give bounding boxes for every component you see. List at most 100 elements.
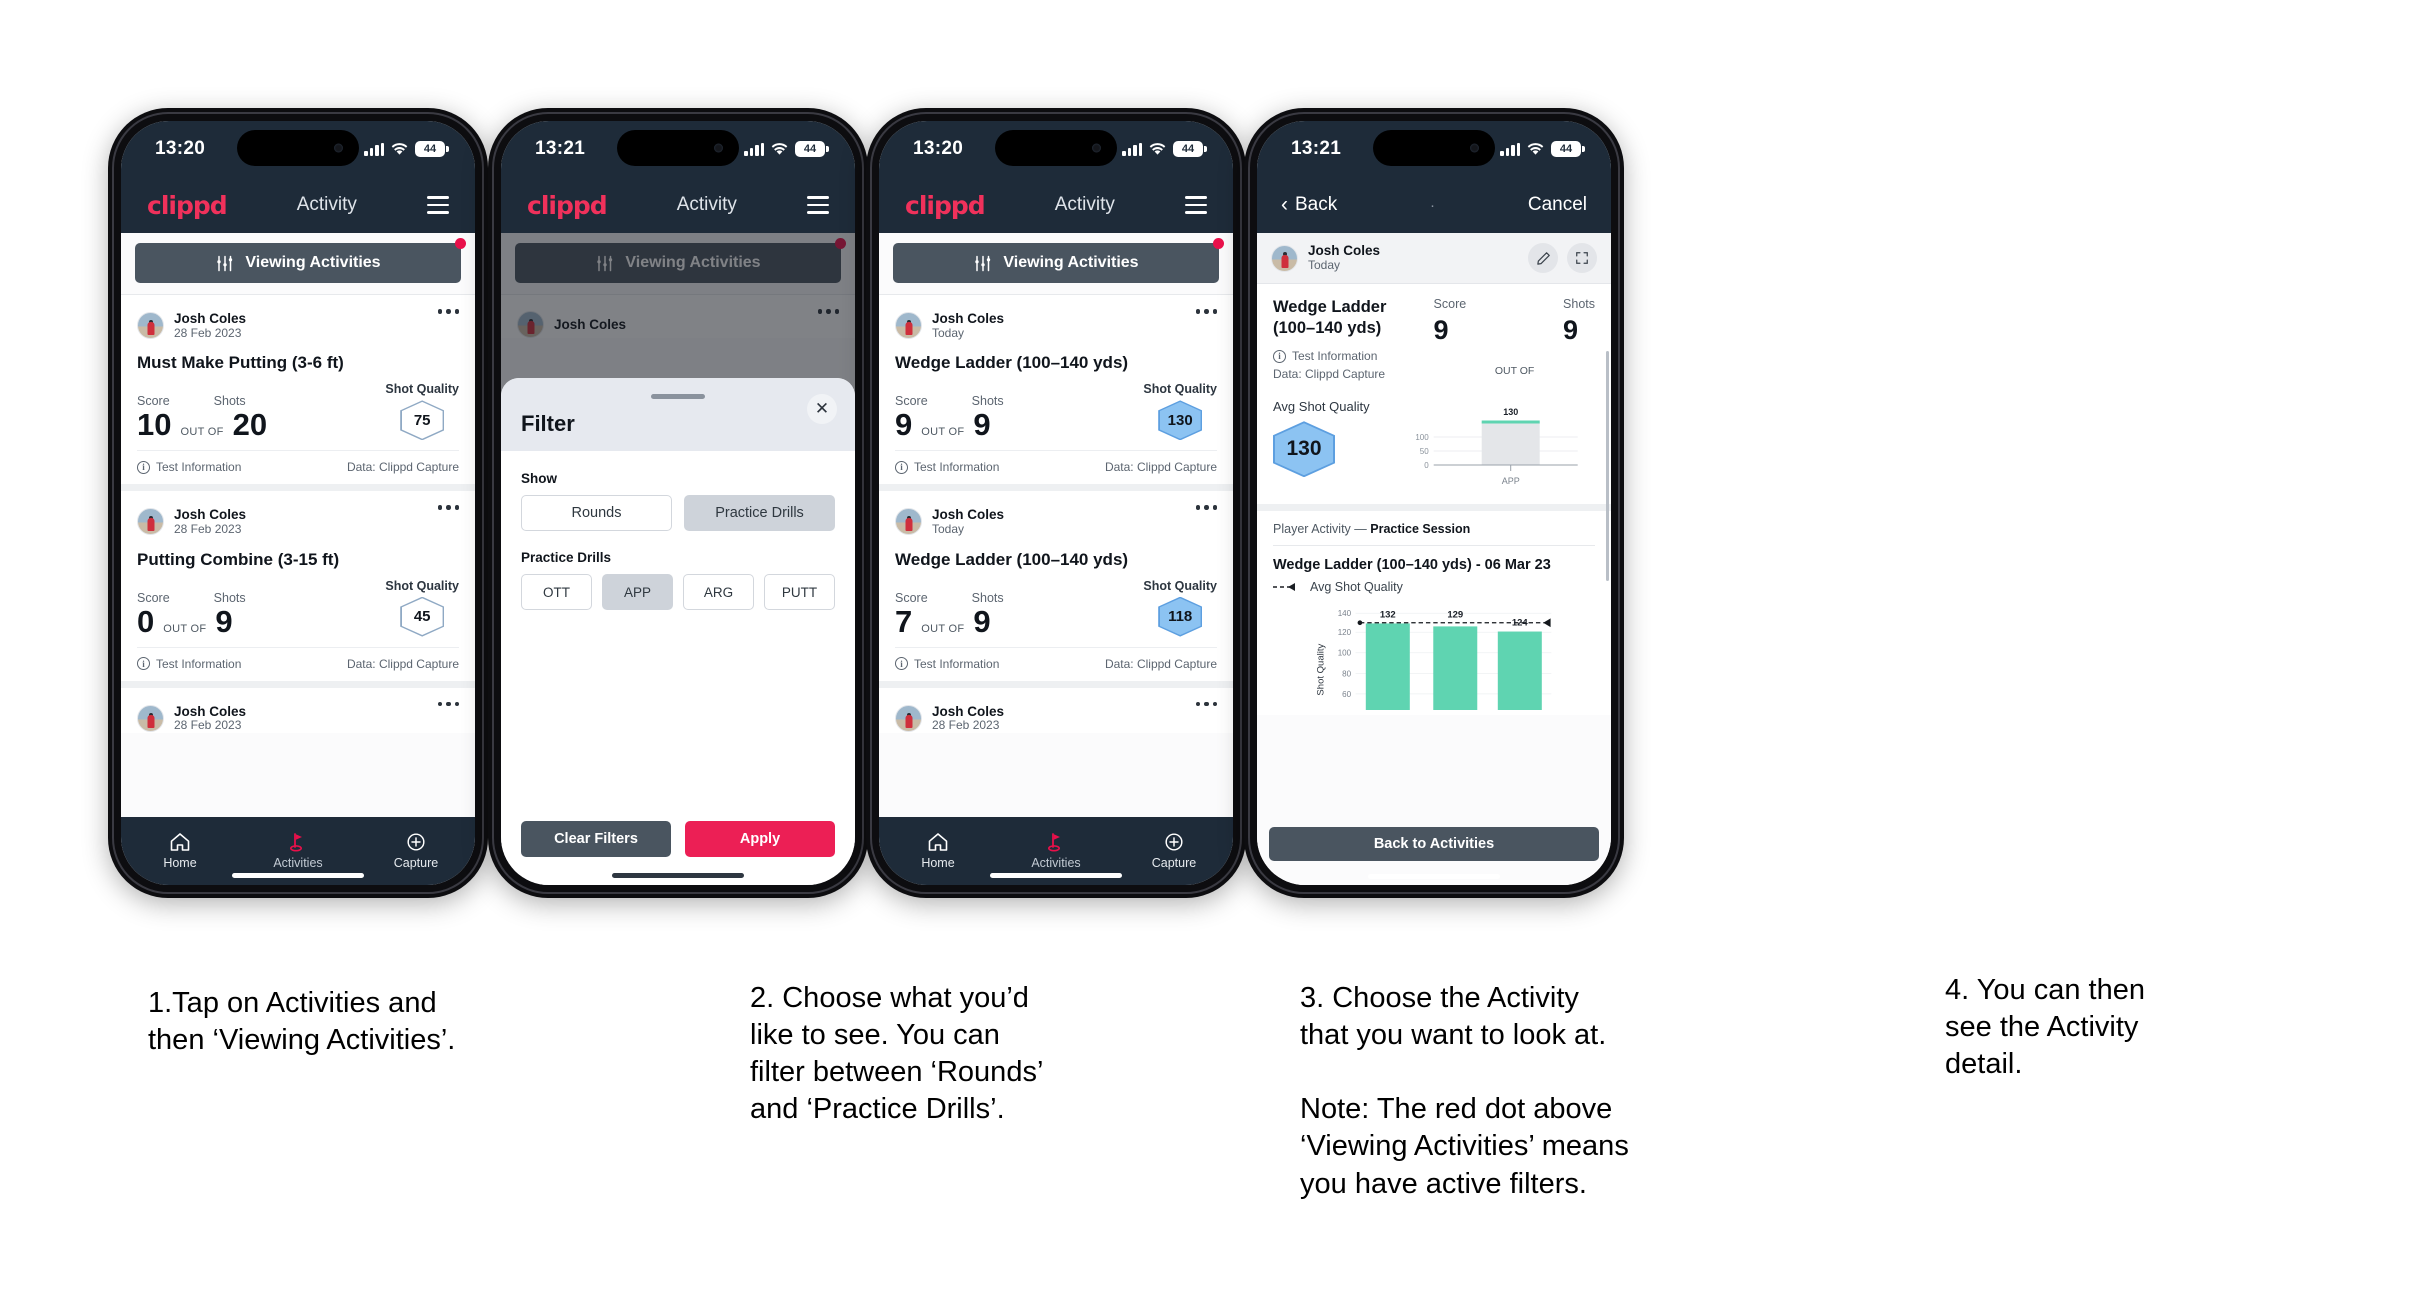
expand-button[interactable]: [1567, 243, 1597, 273]
avg-line-start-dot: [1357, 620, 1363, 626]
out-of-label: OUT OF: [180, 426, 224, 439]
shot-quality-block: Shot Quality 130: [1143, 382, 1217, 441]
sheet-grabber[interactable]: [651, 394, 705, 399]
test-information[interactable]: i Test Information: [1273, 349, 1428, 363]
shot-quality-hexagon: 45: [400, 596, 445, 637]
signal-icon: [1122, 142, 1142, 156]
filter-sheet: Filter ✕ Show Rounds Practice Drills Pra…: [501, 378, 855, 885]
avg-shot-quality-mini-chart: 130 100 50 0 APP: [1380, 399, 1595, 496]
card-user: Josh Coles Today: [932, 311, 1004, 340]
back-button[interactable]: ‹ Back: [1281, 194, 1337, 216]
status-indicators: 44: [744, 141, 829, 157]
viewing-activities-button[interactable]: Viewing Activities: [893, 243, 1219, 283]
avatar: [895, 508, 922, 536]
more-options-icon[interactable]: [437, 309, 459, 314]
drill-option-arg[interactable]: ARG: [683, 574, 754, 610]
more-options-icon[interactable]: [1195, 505, 1217, 510]
drill-option-ott[interactable]: OTT: [521, 574, 592, 610]
card-header: Josh Coles Today: [895, 501, 1217, 536]
activity-card[interactable]: Josh Coles 28 Feb 2023 Must Make Putting…: [121, 295, 475, 485]
viewing-activities-label: Viewing Activities: [245, 254, 381, 271]
status-indicators: 44: [364, 141, 449, 157]
test-information[interactable]: i Test Information: [137, 657, 241, 671]
phone-4-body: Josh Coles Today Wedge Ladder (100–140 y…: [1257, 233, 1611, 885]
out-of-label: OUT OF: [163, 622, 207, 635]
activity-card[interactable]: Josh Coles 28 Feb 2023 Putting Combine (…: [121, 491, 475, 681]
caption-step-1: 1.Tap on Activities and then ‘Viewing Ac…: [148, 987, 456, 1057]
more-options-icon[interactable]: [1195, 309, 1217, 314]
drill-option-putt[interactable]: PUTT: [764, 574, 835, 610]
activity-card[interactable]: Josh Coles Today Wedge Ladder (100–140 y…: [879, 295, 1233, 485]
expand-icon: [1576, 252, 1588, 264]
sheet-title: Filter: [521, 411, 575, 436]
activity-card[interactable]: Josh Coles 28 Feb 2023: [121, 687, 475, 733]
tab-capture[interactable]: Capture: [1115, 817, 1233, 885]
mini-chart-bar-label: 130: [1503, 407, 1518, 417]
card-header: Josh Coles 28 Feb 2023: [137, 501, 459, 536]
test-information[interactable]: i Test Information: [137, 460, 241, 474]
viewing-activities-button[interactable]: Viewing Activities: [135, 243, 461, 283]
battery-icon: 44: [1173, 141, 1207, 157]
test-information[interactable]: i Test Information: [895, 657, 999, 671]
info-icon: i: [895, 460, 908, 474]
hamburger-menu-icon[interactable]: [807, 196, 829, 214]
show-option-practice-drills[interactable]: Practice Drills: [684, 495, 835, 531]
status-bar: 13:21 44: [1257, 121, 1611, 177]
activity-date: Today: [1308, 257, 1341, 272]
cancel-button[interactable]: Cancel: [1528, 194, 1587, 216]
card-footer: i Test Information Data: Clippd Capture: [137, 646, 459, 681]
home-icon: [928, 833, 948, 851]
page-title: Activity: [1054, 194, 1115, 215]
edit-button[interactable]: [1528, 243, 1558, 273]
info-icon: i: [895, 657, 908, 671]
back-to-activities-button[interactable]: Back to Activities: [1269, 827, 1599, 861]
phone-2-filter-sheet: 13:21 44 clippd Activity Filter ✕ Show R…: [488, 108, 868, 898]
tab-home[interactable]: Home: [121, 817, 239, 885]
user-name: Josh Coles: [174, 311, 247, 326]
drill-option-app[interactable]: APP: [602, 574, 673, 610]
tune-icon: [975, 255, 991, 271]
close-icon[interactable]: ✕: [807, 394, 837, 424]
info-icon: i: [137, 460, 150, 474]
user-name: Josh Coles: [932, 703, 1005, 719]
avg-left: Avg Shot Quality 130: [1273, 399, 1370, 478]
scrollbar-thumb[interactable]: [1606, 351, 1609, 581]
avatar: [137, 704, 164, 732]
dashed-line-marker-icon: [1273, 583, 1295, 592]
clear-filters-button[interactable]: Clear Filters: [521, 821, 671, 857]
card-header: Josh Coles 28 Feb 2023: [137, 305, 459, 340]
card-gap: [879, 484, 1233, 492]
more-options-icon[interactable]: [1195, 701, 1217, 707]
tab-home[interactable]: Home: [879, 817, 997, 885]
battery-icon: 44: [415, 141, 449, 157]
card-footer: i Test Information Data: Clippd Capture: [895, 646, 1217, 681]
card-stats: Score Shots 9 OUT OF 9 Shot Quality 130: [895, 382, 1217, 450]
apply-button[interactable]: Apply: [685, 821, 835, 857]
shot-quality-label: Shot Quality: [1143, 578, 1217, 593]
hamburger-menu-icon[interactable]: [1185, 196, 1207, 214]
activity-card[interactable]: Josh Coles 28 Feb 2023: [879, 687, 1233, 733]
tab-home-label: Home: [163, 856, 197, 870]
phone-2-screen: 13:21 44 clippd Activity Filter ✕ Show R…: [501, 121, 855, 885]
wifi-icon: [771, 142, 788, 156]
card-header: Josh Coles Today: [895, 305, 1217, 340]
more-options-icon[interactable]: [437, 701, 459, 707]
hamburger-menu-icon[interactable]: [427, 196, 449, 214]
shots-value: 9: [973, 407, 991, 443]
detail-meta: i Test Information Data: Clippd Capture: [1273, 349, 1428, 381]
activity-title: Wedge Ladder (100–140 yds): [895, 353, 1129, 373]
home-indicator: [232, 873, 364, 878]
active-filters-red-dot: [455, 238, 466, 249]
more-options-icon[interactable]: [437, 505, 459, 510]
detail-title: Wedge Ladder (100–140 yds): [1273, 298, 1387, 337]
tab-capture[interactable]: Capture: [357, 817, 475, 885]
card-footer: i Test Information Data: Clippd Capture: [137, 450, 459, 484]
signal-icon: [744, 142, 764, 156]
activity-title: Putting Combine (3-15 ft): [137, 549, 340, 569]
activity-card[interactable]: Josh Coles Today Wedge Ladder (100–140 y…: [879, 491, 1233, 681]
tab-capture-label: Capture: [393, 856, 439, 870]
test-information[interactable]: i Test Information: [895, 460, 999, 474]
card-user: Josh Coles 28 Feb 2023: [932, 704, 1004, 733]
show-option-rounds[interactable]: Rounds: [521, 495, 672, 531]
sheet-header: Filter ✕: [501, 378, 855, 451]
